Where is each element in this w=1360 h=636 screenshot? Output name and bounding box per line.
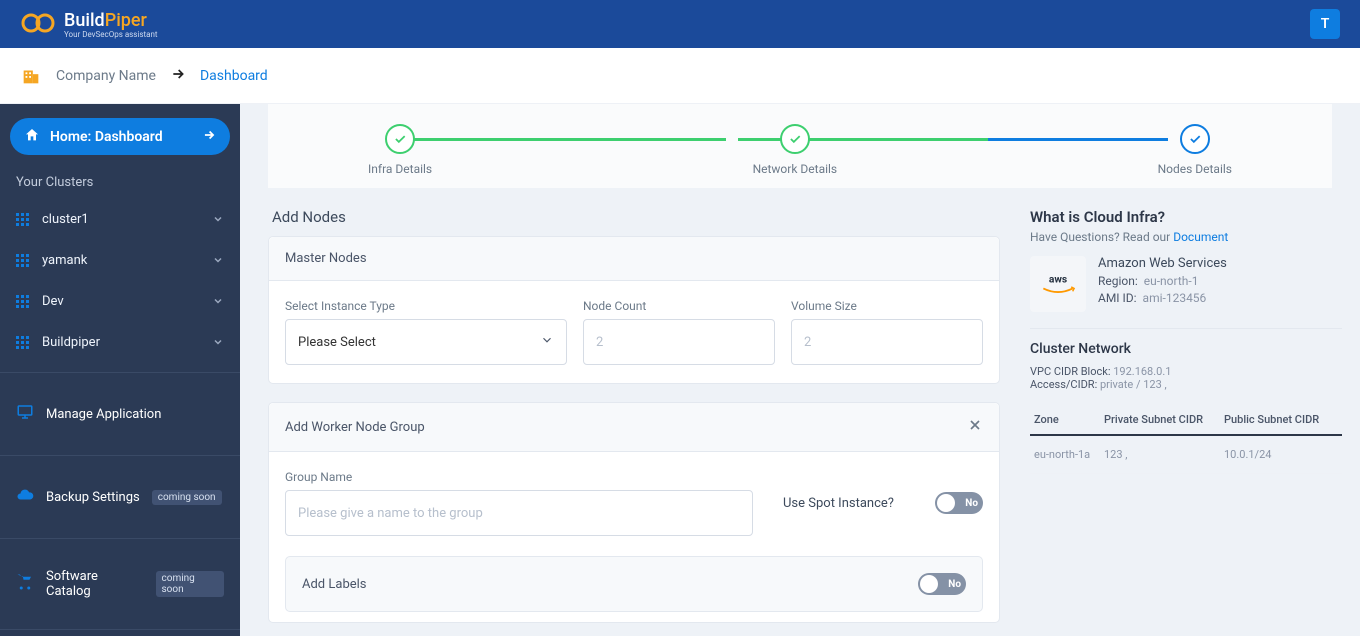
breadcrumb: Company Name Dashboard xyxy=(0,48,1360,104)
backup-settings[interactable]: Backup Settings coming soon xyxy=(10,468,230,526)
cart-icon xyxy=(16,573,34,595)
volume-size-label: Volume Size xyxy=(791,299,983,313)
software-catalog[interactable]: Software Catalog coming soon xyxy=(10,551,230,617)
instance-type-select[interactable]: Please Select xyxy=(285,319,567,365)
grid-icon xyxy=(16,254,30,268)
sidebar-item-dev[interactable]: Dev xyxy=(10,284,230,319)
dashboard-link[interactable]: Dashboard xyxy=(200,68,268,84)
provider-name: Amazon Web Services xyxy=(1098,256,1227,271)
grid-icon xyxy=(16,336,30,350)
subnet-table: Zone Private Subnet CIDR Public Subnet C… xyxy=(1030,405,1342,474)
top-banner: BuildPiper Your DevSecOps assistant T xyxy=(0,0,1360,48)
sidebar-item-yamank[interactable]: yamank xyxy=(10,243,230,278)
info-subtitle: Have Questions? Read our Document xyxy=(1030,230,1342,244)
stepper: Infra Details Network Details Nodes Deta… xyxy=(268,124,1332,176)
spot-instance-toggle[interactable]: No xyxy=(935,492,983,514)
sidebar-item-cluster1[interactable]: cluster1 xyxy=(10,202,230,237)
group-name-input[interactable] xyxy=(285,490,753,536)
arrow-right-icon xyxy=(170,66,186,86)
coming-soon-badge: coming soon xyxy=(152,490,222,505)
table-row: eu-north-1a 123 , 10.0.1/24 xyxy=(1030,436,1342,474)
master-nodes-header: Master Nodes xyxy=(269,237,999,281)
instance-type-label: Select Instance Type xyxy=(285,299,567,313)
grid-icon xyxy=(16,295,30,309)
company-icon xyxy=(20,65,42,87)
company-name: Company Name xyxy=(56,68,156,84)
home-icon xyxy=(24,127,40,147)
brand-subtitle: Your DevSecOps assistant xyxy=(64,31,158,39)
logo[interactable]: BuildPiper Your DevSecOps assistant xyxy=(20,10,158,39)
info-title: What is Cloud Infra? xyxy=(1030,208,1342,226)
spot-instance-label: Use Spot Instance? xyxy=(783,496,894,511)
main-content: Infra Details Network Details Nodes Deta… xyxy=(240,104,1360,636)
sidebar-item-buildpiper[interactable]: Buildpiper xyxy=(10,325,230,360)
cloud-icon xyxy=(16,486,34,508)
cluster-network-title: Cluster Network xyxy=(1030,341,1342,357)
add-nodes-title: Add Nodes xyxy=(272,208,1000,226)
worker-node-card: Add Worker Node Group Group Name Use Spo… xyxy=(268,402,1000,623)
node-count-label: Node Count xyxy=(583,299,775,313)
chevron-down-icon xyxy=(212,292,224,311)
node-count-input[interactable] xyxy=(583,319,775,365)
worker-header: Add Worker Node Group xyxy=(285,420,425,435)
master-nodes-card: Master Nodes Select Instance Type Please… xyxy=(268,236,1000,384)
sidebar: Home: Dashboard Your Clusters cluster1 y… xyxy=(0,104,240,636)
close-icon[interactable] xyxy=(967,417,983,437)
coming-soon-badge: coming soon xyxy=(156,571,224,597)
svg-text:aws: aws xyxy=(1049,273,1067,286)
aws-logo: aws xyxy=(1030,256,1086,312)
arrow-right-icon xyxy=(202,127,216,146)
step-nodes[interactable]: Nodes Details xyxy=(1158,124,1232,176)
avatar[interactable]: T xyxy=(1310,9,1340,39)
brand-text: BuildPiper xyxy=(64,10,147,31)
logo-icon xyxy=(20,12,56,36)
volume-size-input[interactable] xyxy=(791,319,983,365)
grid-icon xyxy=(16,213,30,227)
document-link[interactable]: Document xyxy=(1173,230,1228,244)
home-label: Home: Dashboard xyxy=(50,129,163,145)
add-labels-row: Add Labels No xyxy=(285,556,983,612)
add-labels-title: Add Labels xyxy=(302,577,367,592)
chevron-down-icon xyxy=(212,251,224,270)
your-clusters-label: Your Clusters xyxy=(10,161,230,196)
group-name-label: Group Name xyxy=(285,470,753,484)
manage-application[interactable]: Manage Application xyxy=(10,385,230,443)
monitor-icon xyxy=(16,403,34,425)
chevron-down-icon xyxy=(540,333,554,351)
chevron-down-icon xyxy=(212,210,224,229)
step-network[interactable]: Network Details xyxy=(753,124,838,176)
step-infra[interactable]: Infra Details xyxy=(368,124,432,176)
chevron-down-icon xyxy=(212,333,224,352)
add-labels-toggle[interactable]: No xyxy=(918,573,966,595)
home-button[interactable]: Home: Dashboard xyxy=(10,118,230,155)
info-panel: What is Cloud Infra? Have Questions? Rea… xyxy=(1020,208,1360,636)
